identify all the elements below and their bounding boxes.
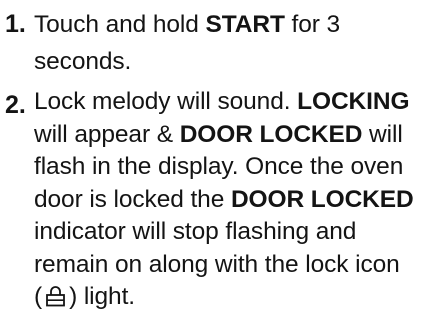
keyword-start: START [205,11,285,38]
text-run: indicator will stop flashing and [34,218,357,245]
text-run: door is locked the [34,185,231,213]
lock-icon [45,284,66,307]
text-run: will appear & [34,120,180,148]
text-line: Touch and hold START for 3 [34,6,424,43]
keyword-locking: LOCKING [297,88,410,115]
text-line: flash in the display. Once the oven [34,151,424,184]
keyword-door-locked: DOOR LOCKED [179,120,363,148]
step-1: 1. Touch and hold START for 3 seconds. [0,5,430,80]
text-line: ( ) light. [34,281,424,314]
step-text: Lock melody will sound. LOCKING will app… [34,86,424,314]
text-line: door is locked the DOOR LOCKED [34,184,424,217]
step-number: 2. [5,91,26,119]
keyword-door-locked: DOOR LOCKED [230,185,414,213]
text-run: ) light. [69,283,135,310]
text-run: ( [34,283,43,310]
text-run: remain on along with the lock icon [34,250,400,278]
text-run: Lock melody will sound. [34,88,298,115]
text-run: will [362,120,403,148]
text-line: remain on along with the lock icon [34,249,424,282]
instruction-steps: 1. Touch and hold START for 3 seconds. 2… [0,0,430,310]
step-number: 1. [5,10,26,38]
text-line: indicator will stop flashing and [34,216,424,249]
text-line: will appear & DOOR LOCKED will [34,119,424,152]
text-run: flash in the display. Once the oven [34,153,404,180]
text-run: for 3 [284,11,341,38]
step-text: Touch and hold START for 3 seconds. [34,5,424,80]
step-2: 2. Lock melody will sound. LOCKING will … [0,86,430,314]
text-line: seconds. [34,43,424,80]
text-line: Lock melody will sound. LOCKING [34,86,424,119]
text-run: Touch and hold [34,11,206,38]
text-run: seconds. [34,48,132,75]
